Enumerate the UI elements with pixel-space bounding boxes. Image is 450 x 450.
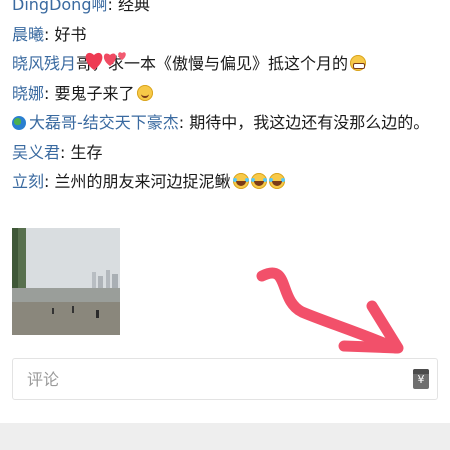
globe-icon — [12, 116, 26, 130]
river-photo[interactable] — [12, 228, 120, 335]
hearts-sticker-icon — [85, 52, 126, 70]
commenter-name[interactable]: 晨曦 — [12, 25, 44, 44]
river-photo-image — [12, 228, 120, 335]
comment-bar: ¥ — [12, 358, 438, 400]
laugh-emoji-icon — [268, 173, 285, 189]
laugh-emoji-icon — [250, 173, 267, 189]
commenter-name[interactable]: DingDong啊 — [12, 0, 107, 14]
comment-text: 生存 — [70, 142, 103, 162]
comment-text: 要鬼子来了 — [54, 83, 135, 103]
comment-input[interactable] — [13, 359, 407, 399]
commenter-name[interactable]: 晓风残月 — [12, 54, 76, 73]
comment-text: 期待中，我这边还有没那么边的。 — [189, 113, 430, 132]
comment-text: 兰州的朋友来河边捉泥鳅 — [54, 172, 231, 191]
comment-text: 经典 — [117, 0, 150, 14]
commenter-name[interactable]: 立刻 — [12, 172, 44, 191]
laugh-emoji-icon — [232, 173, 249, 189]
commenter-name[interactable]: 吴义君 — [12, 143, 60, 162]
grin-emoji-icon — [350, 55, 367, 71]
comment-item: 立刻: 兰州的朋友来河边捉泥鳅 — [12, 171, 442, 192]
commenter-name[interactable]: 晓娜 — [12, 84, 44, 103]
commenter-name[interactable]: 大磊哥-结交天下豪杰 — [29, 113, 179, 132]
smile-emoji-icon — [136, 84, 153, 101]
comment-list: DingDong啊: 经典 晨曦: 好书 晓风残月哥，求一本《傲慢与偏见》抵这个… — [12, 0, 442, 201]
comment-item: 吴义君: 生存 — [12, 142, 103, 162]
yuan-envelope-icon[interactable]: ¥ — [413, 369, 429, 389]
comment-item: 晨曦: 好书 — [12, 24, 87, 44]
comment-text: 好书 — [54, 24, 87, 44]
comment-item: 大磊哥-结交天下豪杰: 期待中，我这边还有没那么边的。 — [12, 112, 442, 133]
comment-item: 晓娜: 要鬼子来了 — [12, 83, 442, 104]
footer-bar — [0, 423, 450, 450]
comment-item: 晓风残月哥，求一本《傲慢与偏见》抵这个月的 — [12, 53, 442, 74]
comment-item: DingDong啊: 经典 — [12, 0, 442, 15]
